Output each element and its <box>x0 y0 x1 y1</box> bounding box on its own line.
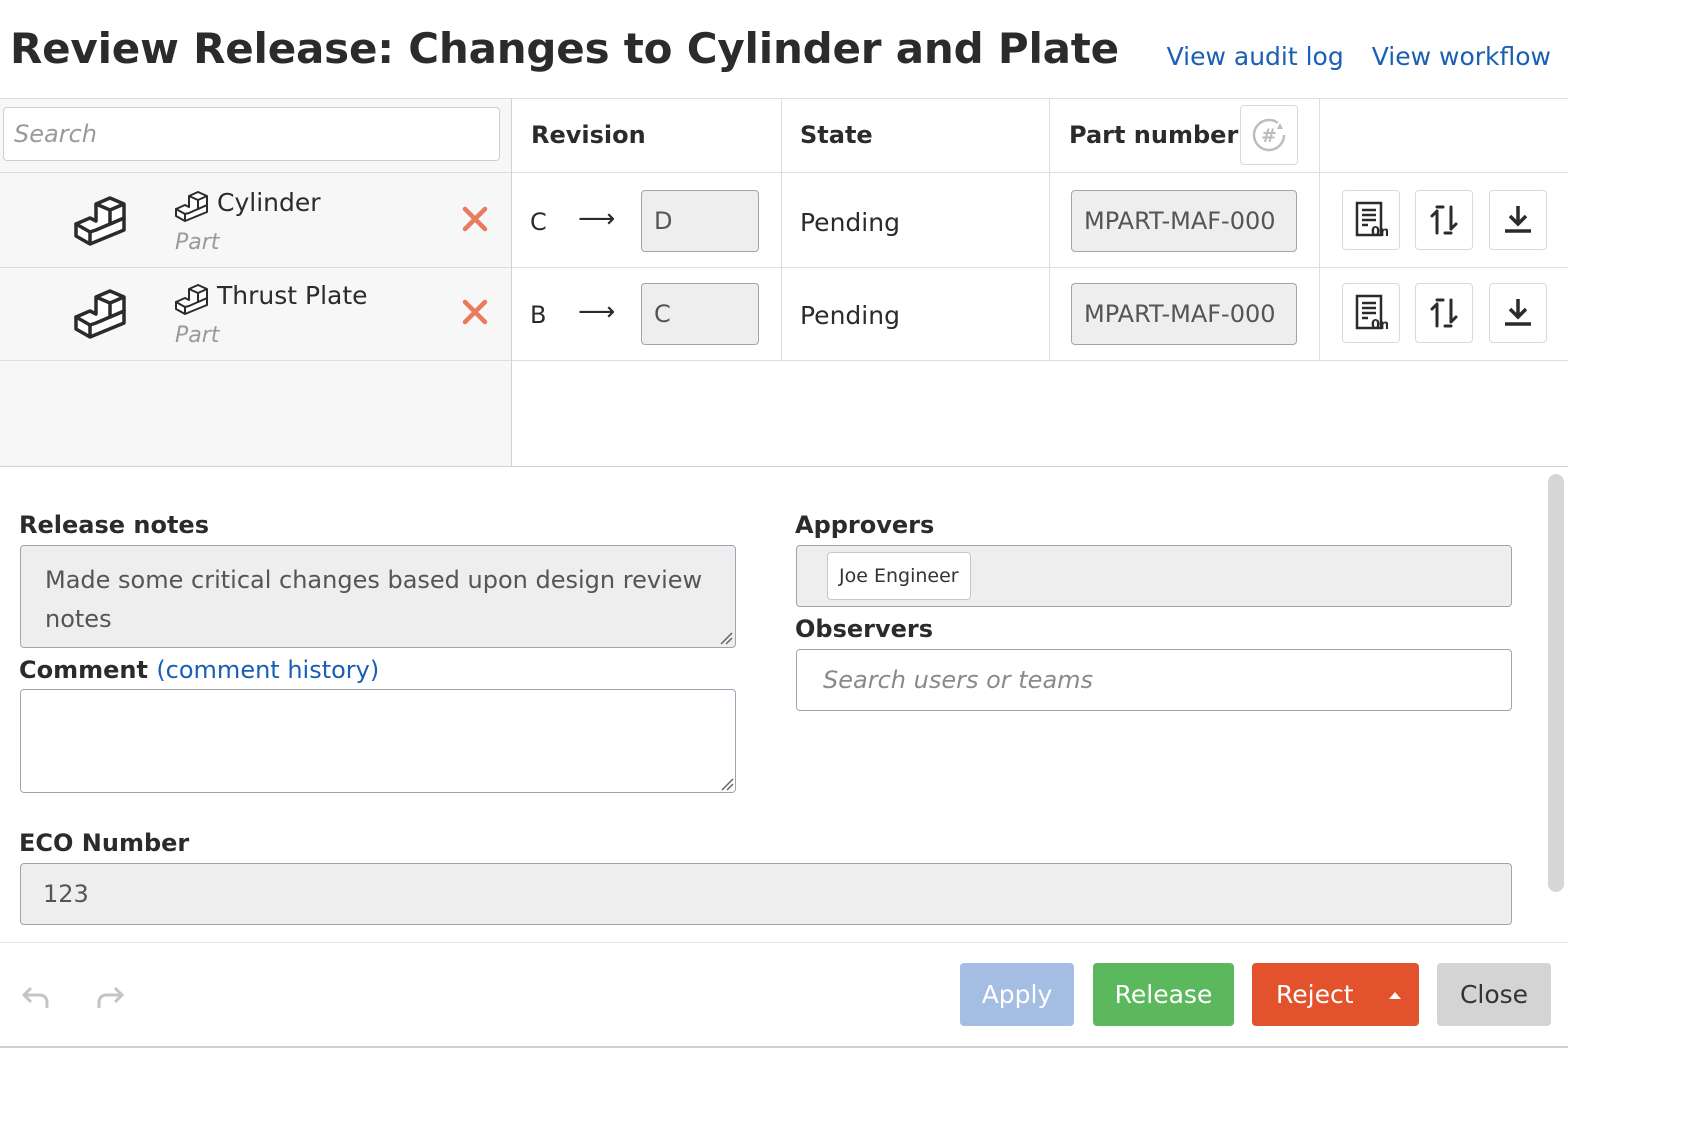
search-input[interactable] <box>3 107 500 161</box>
redo-button[interactable] <box>86 973 134 1021</box>
view-workflow-link[interactable]: View workflow <box>1372 42 1551 71</box>
svg-text:0n: 0n <box>1371 225 1388 239</box>
download-icon <box>1505 206 1531 233</box>
compare-button[interactable] <box>1415 190 1473 250</box>
undo-icon <box>21 986 49 1008</box>
compare-icon <box>1430 298 1458 328</box>
caret-up-icon[interactable] <box>1387 989 1403 1001</box>
comment-history-link[interactable]: (comment history) <box>156 656 379 684</box>
part-number-input[interactable] <box>1071 190 1297 252</box>
revision-arrow: ⟶ <box>578 297 616 327</box>
comment-label-text: Comment <box>19 656 148 684</box>
resize-grip-icon[interactable] <box>720 777 734 791</box>
divider <box>0 172 1568 173</box>
part-icon <box>74 289 126 339</box>
properties-button[interactable]: 0n <box>1342 283 1400 343</box>
comment-label: Comment (comment history) <box>19 656 379 684</box>
part-number-input[interactable] <box>1071 283 1297 345</box>
column-header-part-number: Part number <box>1069 121 1239 149</box>
close-button[interactable]: Close <box>1437 963 1551 1026</box>
dialog-title: Review Release: Changes to Cylinder and … <box>10 24 1119 73</box>
release-notes-field: Made some critical changes based upon de… <box>20 545 736 648</box>
current-revision: C <box>530 208 547 236</box>
column-header-revision: Revision <box>531 121 646 149</box>
part-small-icon <box>175 284 208 315</box>
column-header-state: State <box>800 121 873 149</box>
part-icon <box>74 196 126 246</box>
divider <box>0 98 1568 99</box>
properties-icon: 0n <box>1355 201 1388 239</box>
apply-button[interactable]: Apply <box>960 963 1074 1026</box>
part-type: Part <box>175 323 220 348</box>
divider <box>0 466 1568 467</box>
eco-number-field: 123 <box>20 863 1512 925</box>
compare-button[interactable] <box>1415 283 1473 343</box>
new-revision-input[interactable] <box>641 190 759 252</box>
revision-arrow: ⟶ <box>578 204 616 234</box>
approvers-label: Approvers <box>795 511 935 539</box>
generate-part-number-button[interactable]: # <box>1240 105 1298 165</box>
release-notes-label: Release notes <box>19 511 209 539</box>
release-notes-text: Made some critical changes based upon de… <box>45 566 703 633</box>
divider <box>0 1046 1568 1048</box>
download-button[interactable] <box>1489 190 1547 250</box>
remove-item-icon[interactable] <box>461 205 489 233</box>
table-row[interactable]: Thrust Plate Part B ⟶ Pending 0n <box>0 267 1568 360</box>
approvers-field[interactable]: Joe Engineer <box>796 545 1512 607</box>
part-name[interactable]: Thrust Plate <box>217 281 368 310</box>
reject-label: Reject <box>1276 980 1354 1009</box>
undo-button[interactable] <box>12 973 60 1021</box>
svg-text:0n: 0n <box>1371 318 1388 332</box>
state-value: Pending <box>800 208 900 237</box>
new-revision-input[interactable] <box>641 283 759 345</box>
svg-text:#: # <box>1261 125 1277 147</box>
comment-textarea[interactable] <box>20 689 736 793</box>
compare-icon <box>1430 205 1458 235</box>
resize-grip-icon[interactable] <box>719 631 733 645</box>
redo-icon <box>97 986 125 1008</box>
download-button[interactable] <box>1489 283 1547 343</box>
dialog-footer: Apply Release Reject Close <box>0 943 1568 1047</box>
state-value: Pending <box>800 301 900 330</box>
comment-field-wrap <box>20 689 736 793</box>
review-release-dialog: Review Release: Changes to Cylinder and … <box>0 0 1568 1050</box>
observers-search-input[interactable] <box>796 649 1512 711</box>
reject-button[interactable]: Reject <box>1252 963 1419 1026</box>
eco-number-label: ECO Number <box>19 829 190 857</box>
header-links: View audit log View workflow <box>1167 42 1551 71</box>
approver-chip[interactable]: Joe Engineer <box>827 552 971 600</box>
release-button[interactable]: Release <box>1093 963 1234 1026</box>
current-revision: B <box>530 301 547 329</box>
observers-label: Observers <box>795 615 934 643</box>
properties-icon: 0n <box>1355 294 1388 332</box>
divider <box>0 360 1568 361</box>
properties-button[interactable]: 0n <box>1342 190 1400 250</box>
part-small-icon <box>175 191 208 222</box>
view-audit-log-link[interactable]: View audit log <box>1167 42 1344 71</box>
download-icon <box>1505 299 1531 326</box>
remove-item-icon[interactable] <box>461 298 489 326</box>
scrollbar[interactable] <box>1548 474 1564 892</box>
table-row[interactable]: Cylinder Part C ⟶ Pending 0n <box>0 174 1568 267</box>
hash-refresh-icon: # <box>1252 118 1286 152</box>
part-type: Part <box>175 230 220 255</box>
part-name[interactable]: Cylinder <box>217 188 321 217</box>
